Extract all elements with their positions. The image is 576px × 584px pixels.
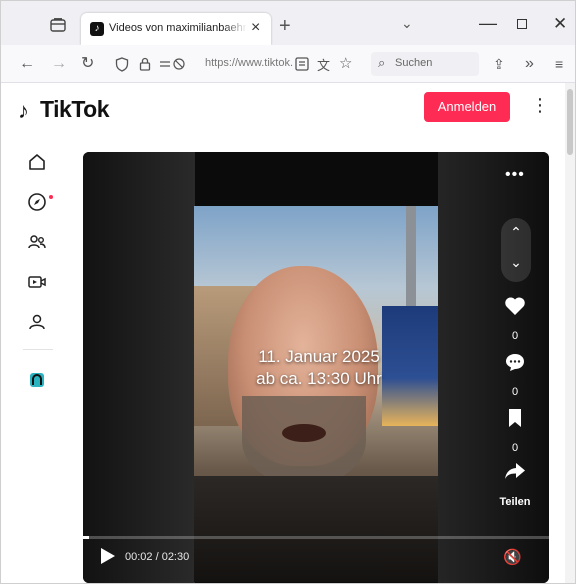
app-icon[interactable] [15, 365, 59, 395]
comment-icon[interactable] [498, 352, 532, 378]
tiktok-icon: ♪ [90, 22, 104, 36]
navigation-toolbar: ← → ↻ https://www.tiktok.com 文 ☆ ⌕ Suche… [1, 45, 575, 83]
next-video-icon[interactable]: ⌄ [501, 254, 531, 271]
forward-icon[interactable]: → [51, 55, 67, 73]
scrollbar-thumb[interactable] [567, 89, 573, 155]
tiktok-note-icon: ♪ [18, 98, 29, 123]
sidenav-divider [23, 349, 53, 350]
share-page-icon[interactable]: ⇪ [493, 55, 505, 73]
video-blur-left [83, 152, 195, 583]
video-time: 00:02 / 02:30 [125, 551, 190, 563]
minimize-icon[interactable]: — [479, 13, 497, 34]
app-menu-icon[interactable]: ≡ [555, 55, 563, 73]
overlay-date: 11. Januar 2025 [258, 347, 380, 366]
tab-close-icon[interactable]: × [251, 19, 260, 37]
url-text: https://www.tiktok.com [205, 57, 293, 69]
bookmark-star-icon[interactable]: ☆ [339, 54, 352, 72]
person-mouth [282, 424, 326, 442]
share-label[interactable]: Teilen [488, 496, 542, 508]
maximize-icon[interactable] [517, 19, 527, 29]
close-window-icon[interactable]: ✕ [553, 14, 567, 34]
more-options-icon[interactable]: ⋮ [531, 95, 549, 115]
tiktok-header: ♪ TikTok Anmelden ⋮ [1, 83, 565, 139]
person-jacket [194, 476, 438, 582]
home-icon[interactable] [15, 147, 59, 177]
page-scrollbar[interactable] [565, 83, 575, 583]
following-icon[interactable] [15, 227, 59, 257]
video-frame[interactable]: 11. Januar 2025 ab ca. 13:30 Uhr [194, 206, 438, 582]
profile-icon[interactable] [15, 307, 59, 337]
like-count: 0 [511, 330, 519, 342]
bookmark-icon[interactable] [498, 408, 532, 434]
shield-icon [115, 57, 129, 72]
like-icon[interactable] [498, 296, 532, 322]
tab-list-icon[interactable] [49, 18, 67, 32]
explore-icon[interactable] [15, 187, 59, 217]
previous-video-icon[interactable]: ⌃ [501, 224, 531, 241]
overlay-time: ab ca. 13:30 Uhr [256, 369, 382, 388]
share-icon[interactable] [498, 462, 532, 486]
search-icon: ⌕ [378, 55, 386, 70]
reload-icon[interactable]: ↻ [81, 55, 94, 73]
comment-count: 0 [511, 386, 519, 398]
translate-icon[interactable]: 文 [317, 55, 330, 74]
video-blur-right [438, 152, 549, 583]
live-icon[interactable] [15, 267, 59, 297]
login-button[interactable]: Anmelden [424, 92, 510, 122]
video-caption-overlay: 11. Januar 2025 ab ca. 13:30 Uhr [224, 346, 414, 390]
tiktok-wordmark: TikTok [40, 96, 110, 122]
save-count: 0 [511, 442, 519, 454]
notification-dot [49, 195, 53, 199]
url-bar[interactable]: https://www.tiktok.com 文 ☆ [105, 52, 359, 76]
mute-icon[interactable]: 🔇 [503, 548, 522, 566]
lock-icon [139, 57, 151, 71]
video-player[interactable]: 11. Januar 2025 ab ca. 13:30 Uhr ••• ⌃ ⌄… [83, 152, 549, 583]
tab-strip: ♪ Videos von maximilianbaehring × + ⌄ — … [1, 1, 575, 45]
video-progress-fill [83, 536, 90, 539]
permissions-icon [160, 58, 185, 70]
video-more-icon[interactable]: ••• [505, 166, 525, 184]
chevron-down-icon[interactable]: ⌄ [401, 15, 413, 32]
play-icon[interactable] [101, 548, 115, 564]
tab-title: Videos von maximilianbaehring [109, 22, 247, 34]
active-tab[interactable]: ♪ Videos von maximilianbaehring × [81, 13, 271, 45]
video-nav-pill: ⌃ ⌄ [501, 218, 531, 282]
search-bar[interactable]: ⌕ Suchen [371, 52, 479, 76]
video-progress-bar[interactable] [83, 536, 549, 539]
new-tab-icon[interactable]: + [279, 15, 291, 38]
back-icon[interactable]: ← [19, 55, 35, 73]
browser-window: ♪ Videos von maximilianbaehring × + ⌄ — … [0, 0, 576, 584]
reader-view-icon[interactable] [295, 57, 309, 71]
search-placeholder: Suchen [395, 57, 433, 69]
overflow-chevron-icon[interactable]: » [525, 55, 534, 73]
